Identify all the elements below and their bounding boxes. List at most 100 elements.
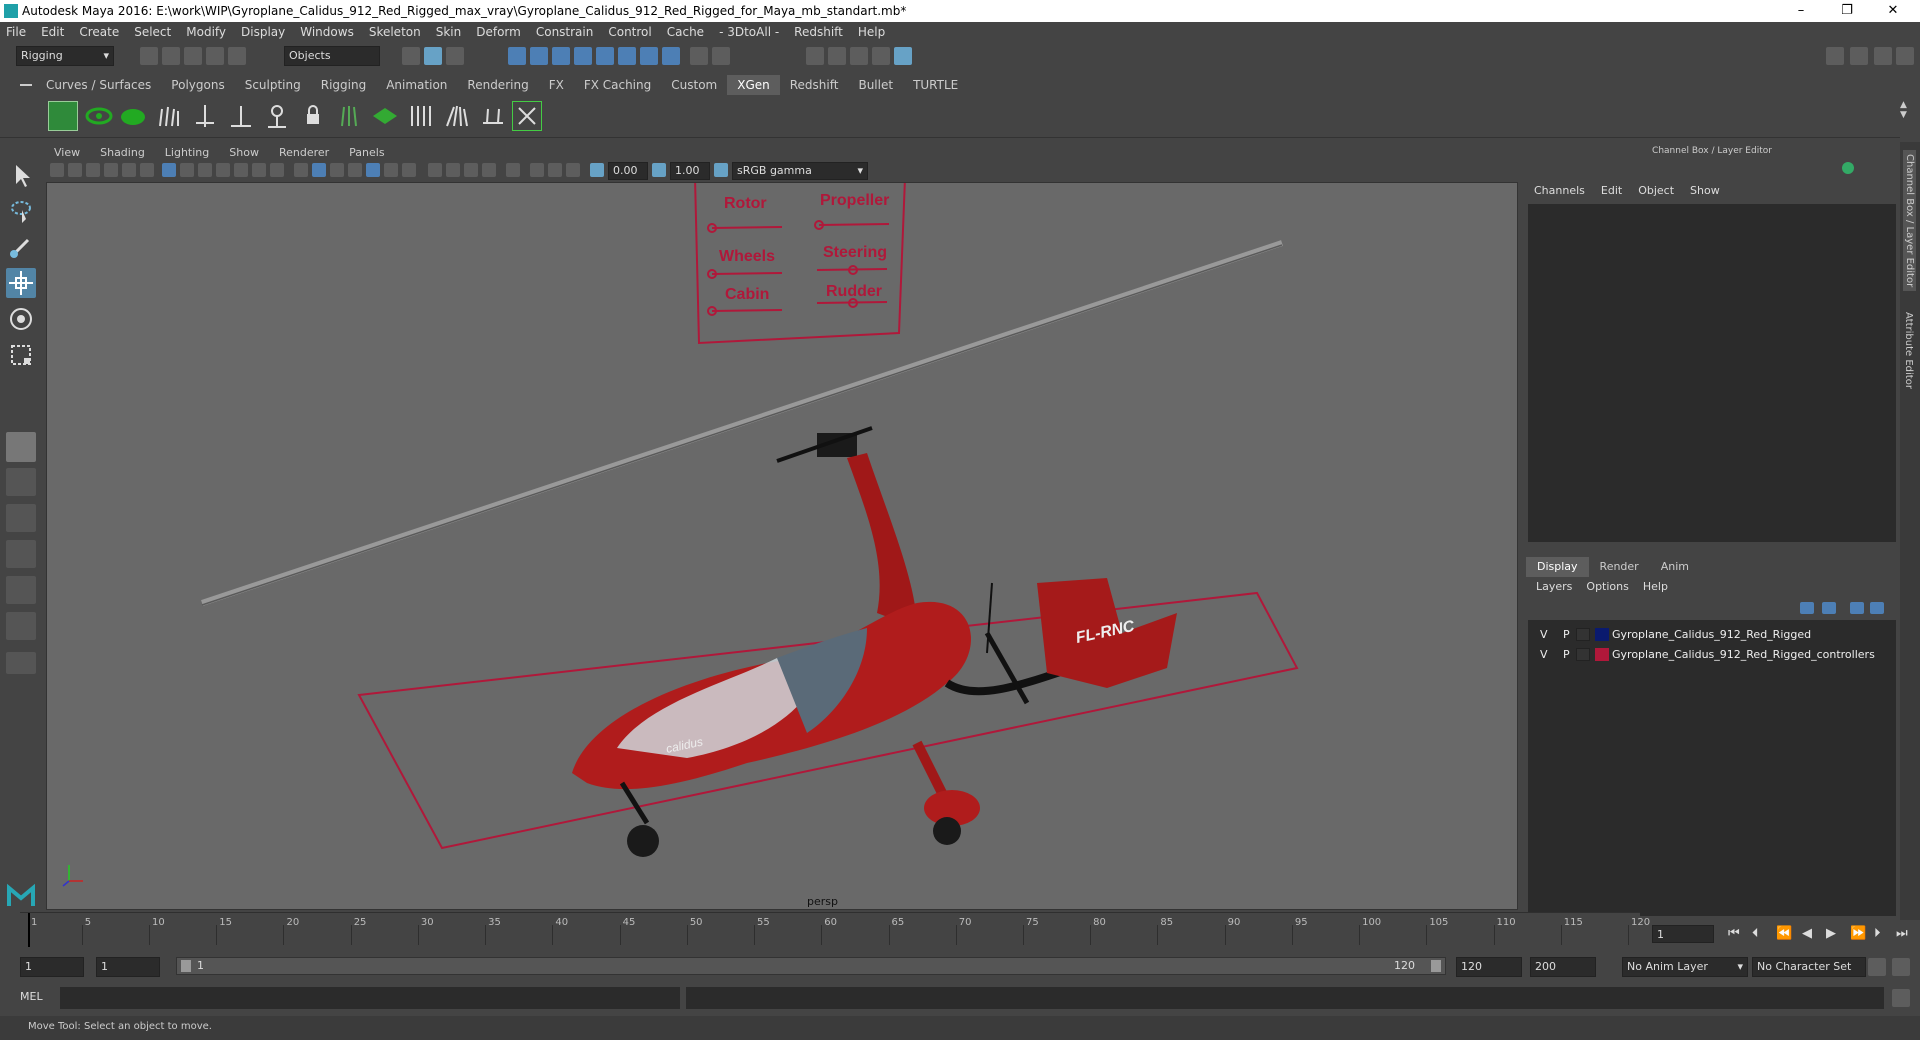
menu-create[interactable]: Create — [79, 25, 119, 39]
menu-skin[interactable]: Skin — [436, 25, 462, 39]
step-back-key-icon[interactable]: ⏪ — [1776, 926, 1792, 941]
tab-fx[interactable]: FX — [539, 75, 574, 95]
tab-fx-caching[interactable]: FX Caching — [574, 75, 661, 95]
snap-point-icon[interactable] — [552, 47, 570, 65]
vp-menu-view[interactable]: View — [54, 146, 80, 159]
gate-mask-icon[interactable] — [216, 163, 230, 177]
xgen-interactive-groom-icon[interactable] — [512, 101, 542, 131]
le-menu-options[interactable]: Options — [1586, 580, 1628, 593]
tab-rendering[interactable]: Rendering — [457, 75, 538, 95]
vp-menu-renderer[interactable]: Renderer — [279, 146, 329, 159]
viewport-persp[interactable]: FL-RNC calidus Rotor Propeller Wheels St… — [46, 182, 1518, 910]
workspace-icon[interactable] — [1826, 47, 1844, 65]
smooth-shade-icon[interactable] — [312, 163, 326, 177]
motion-blur-icon[interactable] — [446, 163, 460, 177]
select-mode-dropdown[interactable]: Objects — [284, 46, 380, 66]
lasso-tool-icon[interactable] — [6, 196, 36, 226]
persp-uv-icon[interactable] — [6, 612, 36, 640]
tab-rigging[interactable]: Rigging — [311, 75, 376, 95]
cb-menu-show[interactable]: Show — [1690, 184, 1720, 197]
current-time-indicator[interactable] — [28, 913, 30, 947]
current-frame-field[interactable]: 1 — [1652, 925, 1714, 943]
tab-display[interactable]: Display — [1526, 557, 1589, 577]
snap-view-icon[interactable] — [574, 47, 592, 65]
use-lights-icon[interactable] — [384, 163, 398, 177]
shadows-icon[interactable] — [402, 163, 416, 177]
xgen-groom-icon[interactable] — [334, 101, 364, 131]
gamma-icon[interactable] — [652, 163, 666, 177]
menu-constrain[interactable]: Constrain — [536, 25, 594, 39]
command-language-label[interactable]: MEL — [20, 990, 43, 1003]
step-forward-key-icon[interactable]: ⏩ — [1850, 926, 1866, 941]
xgen-sculpt-icon[interactable] — [262, 101, 292, 131]
layer-playback-toggle[interactable]: P — [1563, 648, 1570, 661]
tab-curves-surfaces[interactable]: Curves / Surfaces — [36, 75, 161, 95]
grid-toggle-icon[interactable] — [162, 163, 176, 177]
menu-skeleton[interactable]: Skeleton — [369, 25, 421, 39]
step-forward-icon[interactable]: ⏵ — [1874, 926, 1881, 941]
snap-surface-icon[interactable] — [596, 47, 614, 65]
snap-question-icon[interactable] — [662, 47, 680, 65]
bookmark-icon[interactable] — [86, 163, 100, 177]
image-plane-icon[interactable] — [104, 163, 118, 177]
cb-menu-object[interactable]: Object — [1638, 184, 1674, 197]
snap-plane-icon[interactable] — [640, 47, 658, 65]
select-tool-icon[interactable] — [6, 160, 36, 190]
outliner-toggle-icon[interactable] — [6, 652, 36, 674]
range-end-handle[interactable] — [1431, 960, 1441, 972]
animation-start-field[interactable]: 1 — [20, 957, 84, 977]
auto-key-icon[interactable] — [1868, 958, 1886, 976]
range-start-handle[interactable] — [181, 960, 191, 972]
layer-display-type[interactable] — [1576, 628, 1590, 641]
select-object-icon[interactable] — [424, 47, 442, 65]
side-tab-attribute-editor[interactable]: Attribute Editor — [1903, 312, 1914, 389]
snap-curve-icon[interactable] — [530, 47, 548, 65]
tab-render[interactable]: Render — [1589, 557, 1650, 577]
cb-menu-channels[interactable]: Channels — [1534, 184, 1585, 197]
snap-grid-icon[interactable] — [508, 47, 526, 65]
select-hierarchy-icon[interactable] — [402, 47, 420, 65]
hypershade-layout-icon[interactable] — [6, 576, 36, 604]
vp-menu-lighting[interactable]: Lighting — [165, 146, 209, 159]
layer-playback-toggle[interactable]: P — [1563, 628, 1570, 641]
menu-edit[interactable]: Edit — [41, 25, 64, 39]
snap-vertex-icon[interactable] — [618, 47, 636, 65]
xgen-add-guide-icon[interactable] — [190, 101, 220, 131]
xgen-cut-icon[interactable] — [478, 101, 508, 131]
layer-row[interactable]: V P Gyroplane_Calidus_912_Red_Rigged_con… — [1528, 646, 1896, 664]
menu-redshift[interactable]: Redshift — [794, 25, 843, 39]
xray-joints-icon[interactable] — [548, 163, 562, 177]
time-slider[interactable]: 1 5 10 15 20 25 30 35 40 45 50 55 60 65 70 75 80 85 90 95 10… — [20, 912, 1650, 947]
play-backwards-icon[interactable]: ◀ — [1802, 926, 1812, 941]
save-scene-icon[interactable] — [184, 47, 202, 65]
menu-display[interactable]: Display — [241, 25, 285, 39]
move-layer-down-icon[interactable] — [1822, 602, 1836, 614]
xgen-comb-icon[interactable] — [406, 101, 436, 131]
camera-select-icon[interactable] — [50, 163, 64, 177]
shelf-menu-icon[interactable] — [20, 84, 32, 86]
layer-color-swatch[interactable] — [1595, 648, 1609, 661]
four-view-icon[interactable] — [6, 468, 36, 496]
menuset-dropdown[interactable]: Rigging ▾ — [16, 46, 114, 66]
scale-tool-icon[interactable] — [6, 340, 36, 370]
channel-box-toggle-icon[interactable] — [1896, 47, 1914, 65]
xgen-place-icon[interactable] — [226, 101, 256, 131]
menu-control[interactable]: Control — [608, 25, 651, 39]
layer-visibility-toggle[interactable]: V — [1540, 628, 1548, 641]
hypershade-icon[interactable] — [872, 47, 890, 65]
menu-modify[interactable]: Modify — [186, 25, 226, 39]
vp-menu-show[interactable]: Show — [229, 146, 259, 159]
xgen-editor-icon[interactable] — [48, 101, 78, 131]
side-tab-channel-box[interactable]: Channel Box / Layer Editor — [1903, 150, 1916, 292]
tab-xgen[interactable]: XGen — [727, 75, 780, 95]
2d-pan-icon[interactable] — [122, 163, 136, 177]
xray-icon[interactable] — [530, 163, 544, 177]
layer-visibility-toggle[interactable]: V — [1540, 648, 1548, 661]
safe-title-icon[interactable] — [270, 163, 284, 177]
layer-name[interactable]: Gyroplane_Calidus_912_Red_Rigged_control… — [1612, 648, 1875, 661]
gamma-field[interactable]: 1.00 — [670, 162, 710, 180]
resolution-gate-icon[interactable] — [198, 163, 212, 177]
menu-file[interactable]: File — [6, 25, 26, 39]
layer-row[interactable]: V P Gyroplane_Calidus_912_Red_Rigged — [1528, 626, 1896, 644]
command-input[interactable] — [60, 987, 680, 1009]
